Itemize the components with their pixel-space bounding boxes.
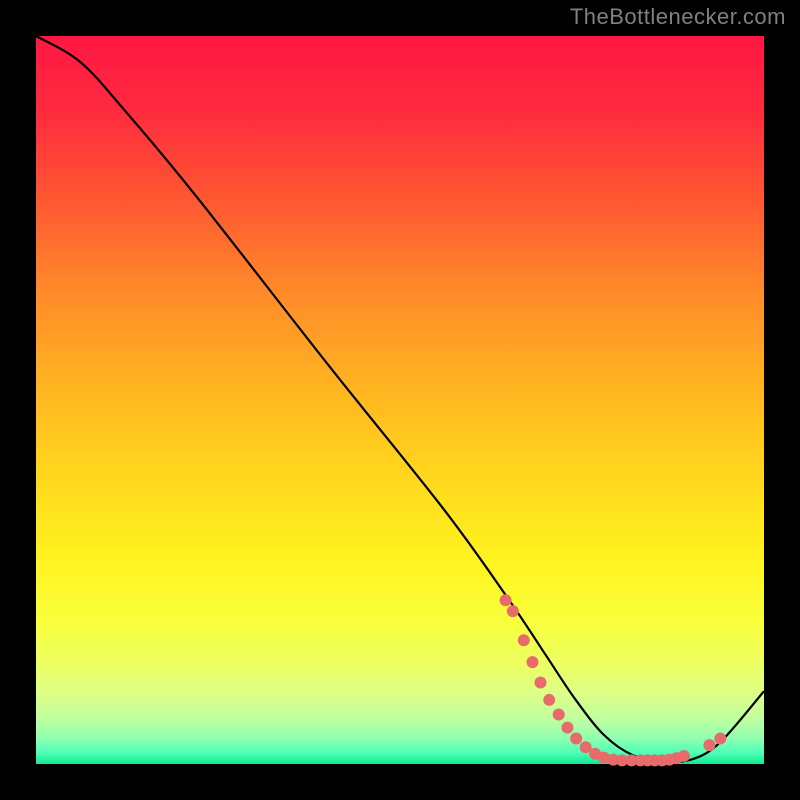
- data-point: [714, 733, 726, 745]
- plot-background: [36, 36, 764, 764]
- data-point: [507, 605, 519, 617]
- data-point: [535, 676, 547, 688]
- data-point: [500, 594, 512, 606]
- data-point: [553, 708, 565, 720]
- data-point: [678, 750, 690, 762]
- data-point: [703, 739, 715, 751]
- data-point: [518, 634, 530, 646]
- data-point: [570, 733, 582, 745]
- data-point: [526, 656, 538, 668]
- data-point: [543, 694, 555, 706]
- attribution-label: TheBottlenecker.com: [570, 4, 786, 30]
- data-point: [561, 722, 573, 734]
- bottleneck-chart: [0, 0, 800, 800]
- chart-frame: { "attribution": "TheBottlenecker.com", …: [0, 0, 800, 800]
